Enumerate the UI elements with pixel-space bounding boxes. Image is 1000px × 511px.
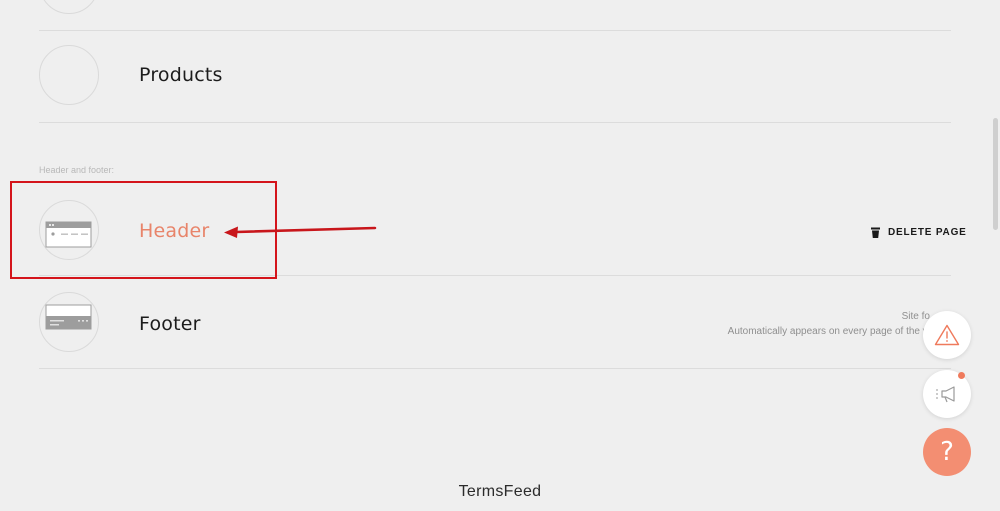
footer-site-wide-info: Site fo Automatically appears on every p… xyxy=(728,309,930,339)
watermark: TermsFeed xyxy=(458,483,542,500)
page-row-products[interactable]: Products xyxy=(39,31,951,123)
footer-thumbnail xyxy=(39,292,99,352)
megaphone-icon xyxy=(936,386,955,403)
scrollbar-thumb[interactable] xyxy=(993,118,998,230)
page-row-partial xyxy=(39,0,951,31)
page-thumbnail xyxy=(39,45,99,105)
page-title-products[interactable]: Products xyxy=(139,64,223,86)
question-icon: ? xyxy=(940,437,954,467)
page-title-footer[interactable]: Footer xyxy=(139,313,201,335)
site-wide-description: Automatically appears on every page of t… xyxy=(727,326,930,337)
site-wide-title: Site fo xyxy=(901,311,930,322)
warning-icon xyxy=(934,324,960,346)
delete-page-button[interactable]: DELETE PAGE xyxy=(871,227,967,238)
notification-dot xyxy=(958,372,965,379)
warning-button[interactable] xyxy=(923,311,971,359)
help-button[interactable]: ? xyxy=(923,428,971,476)
page-thumbnail xyxy=(39,0,99,14)
page: Products Header and footer: Header DELET… xyxy=(0,0,1000,511)
annotation-arrow-icon xyxy=(224,226,377,238)
section-label: Header and footer: xyxy=(39,165,115,175)
footer-layout-icon xyxy=(45,304,92,330)
delete-page-label: DELETE PAGE xyxy=(888,227,967,238)
trash-icon xyxy=(871,227,880,238)
